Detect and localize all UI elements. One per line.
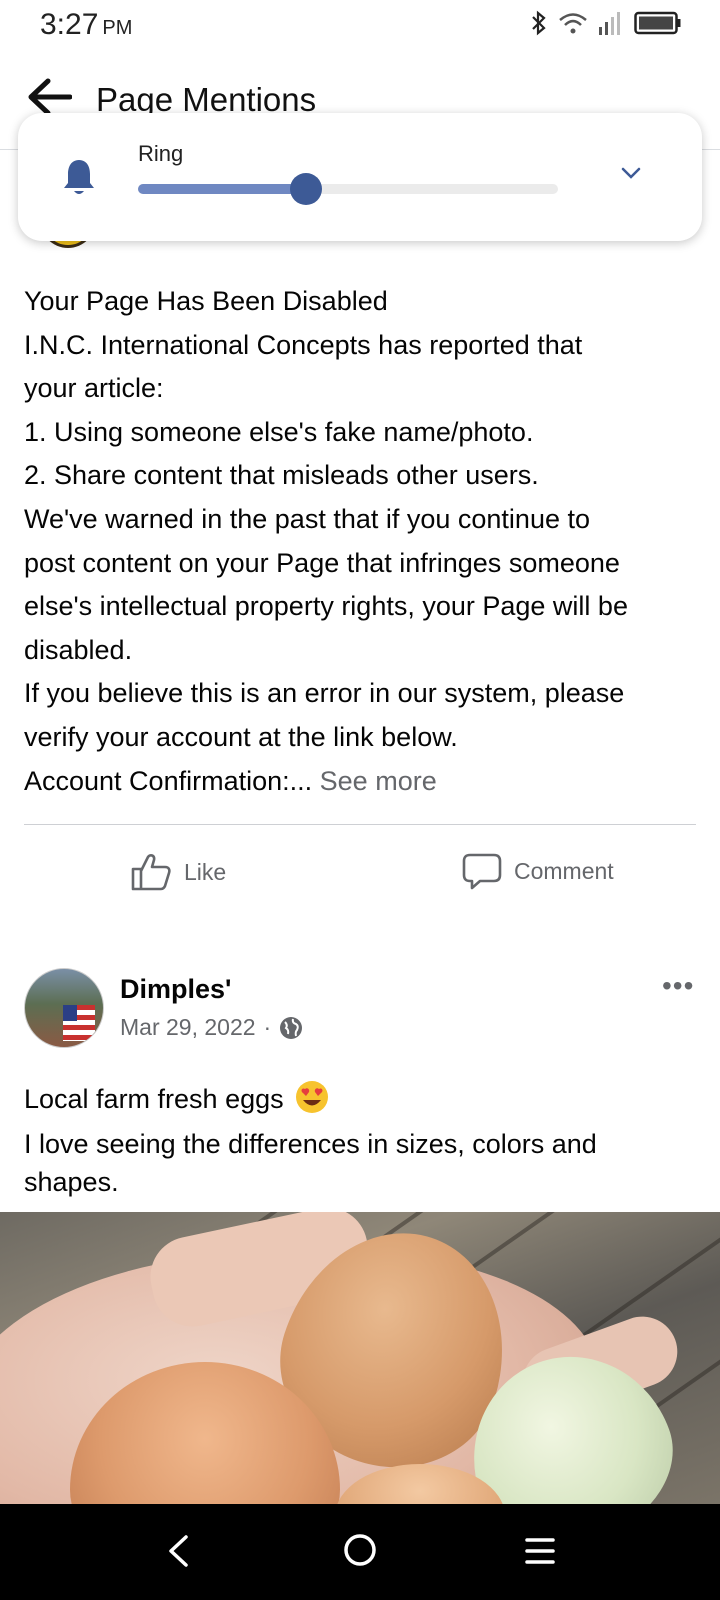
post2-author[interactable]: Dimples'	[120, 974, 231, 1005]
post2-line2: I love seeing the differences in sizes, …	[24, 1128, 597, 1159]
globe-icon	[280, 1016, 303, 1039]
like-label: Like	[184, 858, 227, 885]
volume-popup: Ring	[18, 113, 702, 241]
heart-eyes-emoji	[295, 1080, 329, 1125]
post1-line: Account Confirmation:...	[24, 765, 313, 796]
post1-line: disabled.	[24, 634, 133, 665]
system-nav-bar	[0, 1504, 720, 1600]
post1-line: If you believe this is an error in our s…	[24, 678, 625, 709]
like-button[interactable]: Like	[130, 852, 226, 892]
status-icons	[530, 10, 682, 41]
post1-line: We've warned in the past that if you con…	[24, 503, 590, 534]
comment-icon	[462, 853, 502, 890]
post2-meta: Mar 29, 2022 ·	[120, 1014, 303, 1041]
more-options-button[interactable]: •••	[662, 970, 694, 1002]
post2-avatar[interactable]	[24, 968, 104, 1048]
battery-icon	[634, 10, 682, 41]
post2-line3: shapes.	[24, 1167, 119, 1197]
post2-line1: Local farm fresh eggs	[24, 1084, 284, 1114]
eggs-in-hand-photo[interactable]	[0, 1212, 720, 1504]
post1-line: Your Page Has Been Disabled	[24, 286, 388, 316]
nav-back-icon[interactable]	[166, 1534, 190, 1573]
clock-time: 3:27	[40, 8, 99, 41]
wifi-icon	[558, 11, 588, 40]
bell-icon[interactable]	[62, 157, 96, 202]
post1-line: I.N.C. International Concepts has report…	[24, 329, 583, 360]
status-bar: 3:27 PM	[0, 0, 720, 50]
slider-thumb[interactable]	[290, 173, 322, 205]
post1-last-line: Account Confirmation:... See more	[24, 760, 704, 804]
post2-text: Local farm fresh eggs I love seeing the …	[24, 1080, 704, 1202]
arrow-left-icon	[28, 78, 73, 116]
meta-separator: ·	[263, 1014, 272, 1040]
post2-line: Local farm fresh eggs	[24, 1080, 704, 1125]
flag-image	[63, 1005, 95, 1041]
thumbs-up-icon	[131, 854, 171, 891]
nav-menu-icon[interactable]	[524, 1536, 556, 1571]
slider-fill	[138, 184, 306, 194]
post1-line: 2. Share content that misleads other use…	[24, 460, 539, 491]
ring-label: Ring	[138, 141, 184, 166]
clock-ampm: PM	[102, 17, 133, 39]
post1-line: verify your account at the link below.	[24, 721, 458, 752]
see-more-link[interactable]: See more	[320, 766, 437, 796]
ring-volume-slider[interactable]	[138, 173, 558, 205]
bluetooth-icon	[530, 10, 548, 41]
chevron-down-icon[interactable]	[620, 165, 642, 186]
comment-label: Comment	[514, 857, 614, 884]
divider	[24, 824, 696, 825]
status-time: 3:27 PM	[40, 8, 132, 42]
post1-line: else's intellectual property rights, you…	[24, 591, 628, 622]
post1-text: Your Page Has Been Disabled I.N.C. Inter…	[24, 280, 704, 803]
back-button[interactable]	[26, 77, 73, 117]
nav-home-icon[interactable]	[342, 1532, 378, 1573]
post2-date[interactable]: Mar 29, 2022	[120, 1014, 256, 1041]
post1-line: 1. Using someone else's fake name/photo.	[24, 416, 534, 447]
post1-line: your article:	[24, 373, 164, 404]
signal-icon	[598, 10, 624, 41]
post1-line: post content on your Page that infringes…	[24, 547, 620, 578]
post1-action-bar: Like Comment	[0, 842, 720, 902]
comment-button[interactable]: Comment	[462, 852, 614, 890]
